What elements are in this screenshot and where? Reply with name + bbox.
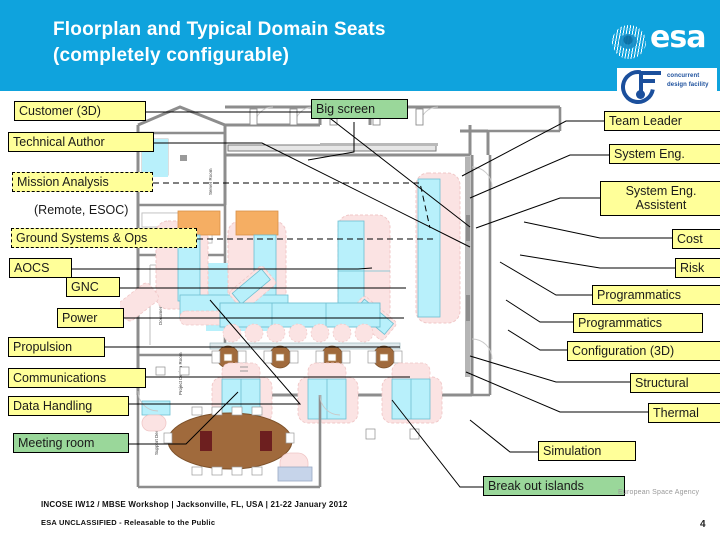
label-meeting-room[interactable]: Meeting room: [13, 433, 129, 454]
label-thermal[interactable]: Thermal: [648, 403, 720, 424]
footer: INCOSE IW12 / MBSE Workshop | Jacksonvil…: [0, 495, 720, 540]
label-communications[interactable]: Communications: [8, 368, 146, 389]
label-customer-3d[interactable]: Customer (3D): [14, 101, 146, 122]
esa-wordmark: esa: [650, 20, 706, 55]
label-aocs[interactable]: AOCS: [9, 258, 72, 279]
label-configuration-3d[interactable]: Configuration (3D): [567, 341, 720, 362]
cdf-logo: concurrent design facility: [614, 63, 717, 111]
cdf-line1: concurrent: [667, 73, 700, 79]
cdf-dot-icon: [636, 90, 645, 99]
page-title-line2: (completely configurable): [53, 44, 290, 66]
header-banner: Floorplan and Typical Domain Seats (comp…: [0, 0, 720, 91]
cdf-wordmark: concurrent design facility: [667, 72, 709, 90]
label-big-screen[interactable]: Big screen: [311, 99, 408, 120]
label-cost[interactable]: Cost: [672, 229, 720, 250]
label-remote-esoc: (Remote, ESOC): [34, 203, 129, 217]
label-propulsion[interactable]: Propulsion: [8, 337, 105, 358]
page-title-line1: Floorplan and Typical Domain Seats: [53, 19, 386, 40]
label-programmatics-1[interactable]: Programmatics: [592, 285, 720, 306]
page-title: Floorplan and Typical Domain Seats (comp…: [53, 17, 593, 68]
footer-event-info: INCOSE IW12 / MBSE Workshop | Jacksonvil…: [41, 500, 348, 509]
cdf-f-mid-icon: [639, 79, 655, 83]
footer-classification: ESA UNCLASSIFIED - Releasable to the Pub…: [41, 518, 216, 527]
label-risk[interactable]: Risk: [675, 258, 720, 279]
cdf-f-top-icon: [639, 71, 661, 75]
label-structural[interactable]: Structural: [630, 373, 720, 394]
label-break-out-islands[interactable]: Break out islands: [483, 476, 625, 497]
page-number: 4: [700, 519, 706, 530]
label-data-handling[interactable]: Data Handling: [8, 396, 129, 417]
label-mission-analysis[interactable]: Mission Analysis: [12, 172, 153, 193]
label-simulation[interactable]: Simulation: [538, 441, 636, 462]
label-programmatics-2[interactable]: Programmatics: [573, 313, 703, 334]
svg-text:Server Room: Server Room: [208, 168, 213, 195]
label-ground-systems-ops[interactable]: Ground Systems & Ops: [11, 228, 197, 249]
footer-agency-name: European Space Agency: [618, 489, 700, 496]
label-system-eng-assistent[interactable]: System Eng. Assistent: [600, 181, 720, 216]
label-technical-author[interactable]: Technical Author: [8, 132, 154, 153]
esa-globe-icon: [612, 25, 646, 59]
floorplan-drawing: Server Room Documentation Room: [120, 95, 590, 495]
label-team-leader[interactable]: Team Leader: [604, 111, 720, 132]
label-power[interactable]: Power: [57, 308, 124, 329]
cdf-line2: design facility: [667, 82, 709, 88]
label-system-eng[interactable]: System Eng.: [609, 144, 720, 165]
header-divider: [0, 91, 720, 93]
esa-logo: esa: [612, 20, 712, 64]
label-gnc[interactable]: GNC: [66, 277, 120, 298]
